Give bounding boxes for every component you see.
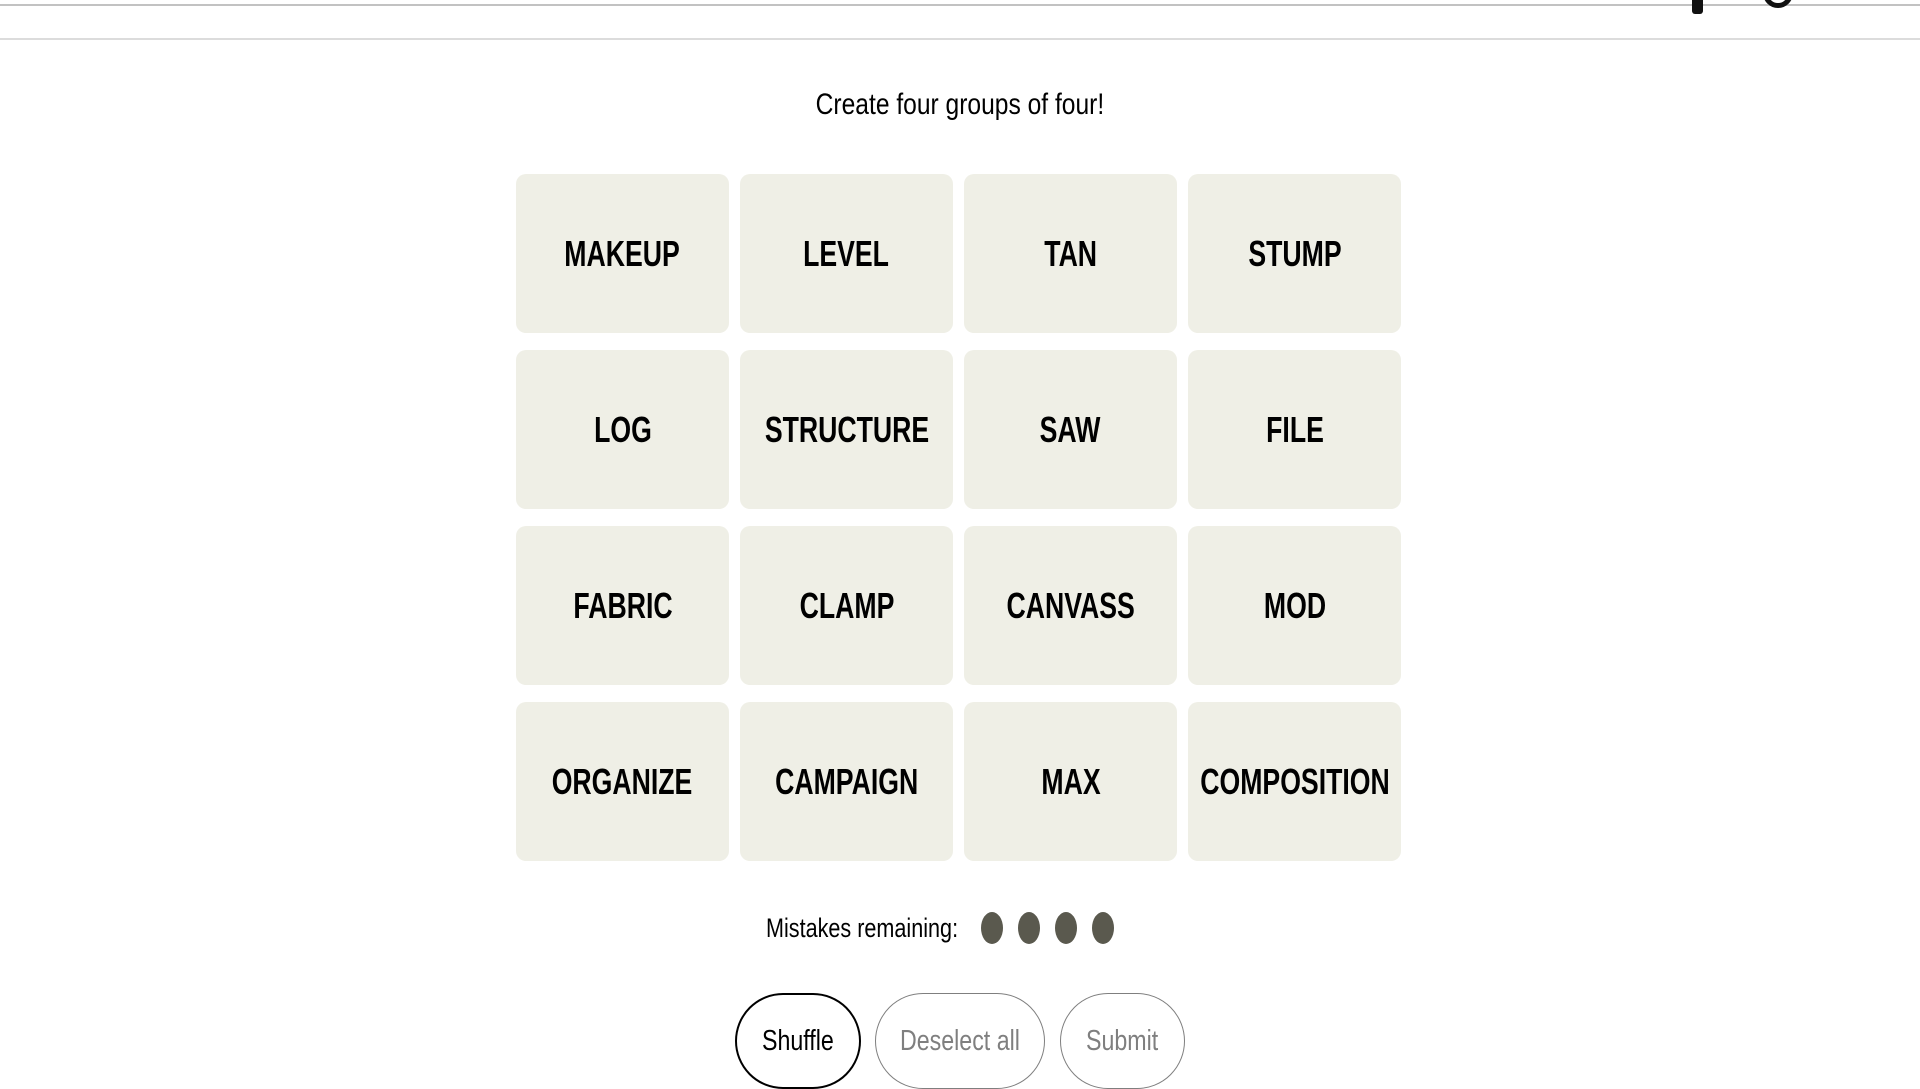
tile-label: MAX xyxy=(1040,760,1101,802)
tile-label: CLAMP xyxy=(799,584,894,626)
tile-label: CAMPAIGN xyxy=(774,760,919,802)
word-tile[interactable]: SAW xyxy=(964,350,1177,509)
tile-label: COMPOSITION xyxy=(1199,760,1390,802)
word-tile[interactable]: CLAMP xyxy=(740,526,953,685)
tile-label: TAN xyxy=(1044,232,1097,274)
word-tile[interactable]: CAMPAIGN xyxy=(740,702,953,861)
deselect-label: Deselect all xyxy=(900,1024,1020,1057)
tile-label: SAW xyxy=(1040,408,1101,450)
mistake-dot xyxy=(981,912,1003,944)
word-tile[interactable]: LOG xyxy=(516,350,729,509)
word-tile[interactable]: CANVASS xyxy=(964,526,1177,685)
word-tile[interactable]: MAX xyxy=(964,702,1177,861)
submit-button[interactable]: Submit xyxy=(1060,993,1185,1089)
word-tile[interactable]: MAKEUP xyxy=(516,174,729,333)
tile-label: ORGANIZE xyxy=(552,760,693,802)
word-tile[interactable]: FILE xyxy=(1188,350,1401,509)
tile-label: LEVEL xyxy=(803,232,890,274)
mistake-dot xyxy=(1018,912,1040,944)
tile-label: MAKEUP xyxy=(564,232,681,274)
instructions: Create four groups of four! xyxy=(0,88,1920,122)
word-tile[interactable]: FABRIC xyxy=(516,526,729,685)
word-tile[interactable]: MOD xyxy=(1188,526,1401,685)
word-tile[interactable]: ORGANIZE xyxy=(516,702,729,861)
word-tile[interactable]: COMPOSITION xyxy=(1188,702,1401,861)
mistake-dot xyxy=(1055,912,1077,944)
top-divider xyxy=(0,4,1920,6)
word-tile[interactable]: STRUCTURE xyxy=(740,350,953,509)
tile-label: STRUCTURE xyxy=(764,408,929,450)
mistake-dots xyxy=(981,912,1114,944)
submit-label: Submit xyxy=(1086,1024,1159,1057)
header-divider xyxy=(0,38,1920,40)
mistakes-indicator: Mistakes remaining: xyxy=(766,910,1114,946)
tile-label: LOG xyxy=(593,408,652,450)
tile-label: CANVASS xyxy=(1006,584,1135,626)
tile-grid: MAKEUP LEVEL TAN STUMP LOG STRUCTURE SAW… xyxy=(516,174,1401,861)
word-tile[interactable]: STUMP xyxy=(1188,174,1401,333)
word-tile[interactable]: TAN xyxy=(964,174,1177,333)
tile-label: FILE xyxy=(1265,408,1324,450)
tile-label: STUMP xyxy=(1247,232,1342,274)
tile-label: FABRIC xyxy=(572,584,673,626)
mistakes-label: Mistakes remaining: xyxy=(766,912,959,943)
tile-label: MOD xyxy=(1263,584,1326,626)
instructions-text: Create four groups of four! xyxy=(815,88,1105,121)
mistake-dot xyxy=(1092,912,1114,944)
word-tile[interactable]: LEVEL xyxy=(740,174,953,333)
shuffle-button[interactable]: Shuffle xyxy=(735,993,861,1089)
deselect-all-button[interactable]: Deselect all xyxy=(875,993,1045,1089)
shuffle-label: Shuffle xyxy=(762,1024,834,1057)
stats-icon[interactable] xyxy=(1692,0,1703,14)
